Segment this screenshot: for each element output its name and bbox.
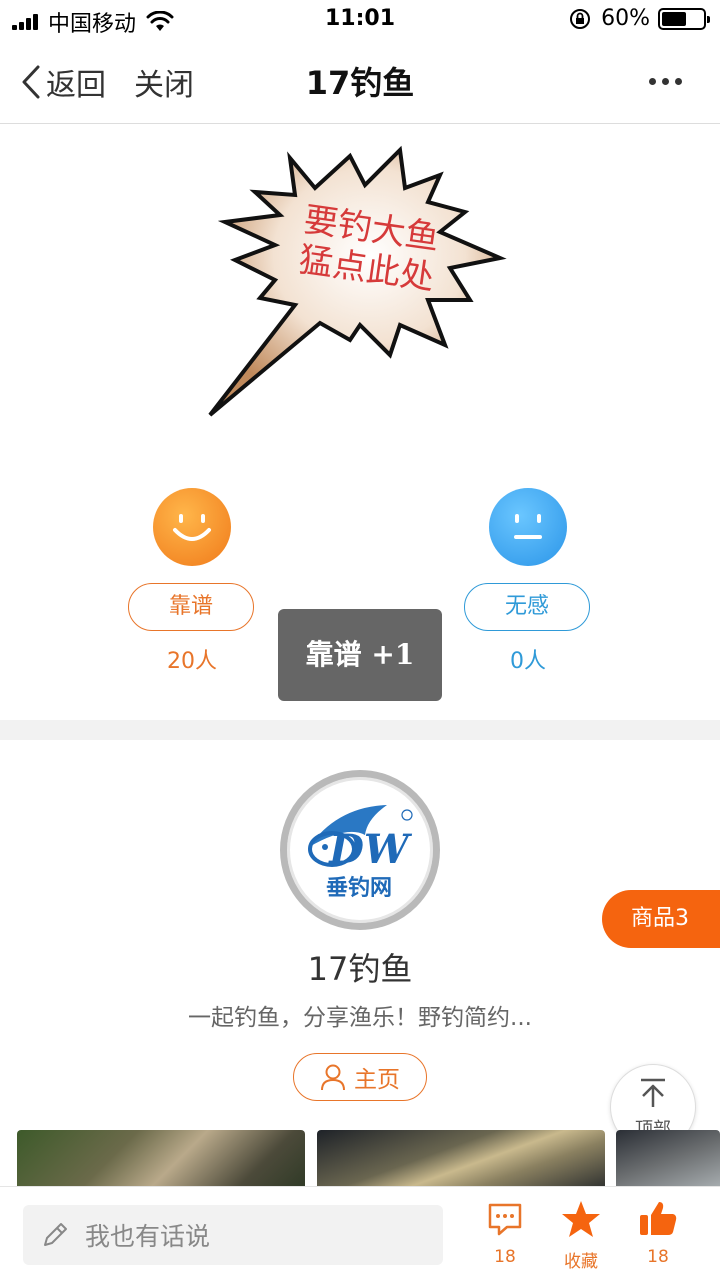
speech-burst-graphic: 要钓大鱼 猛点此处	[208, 145, 507, 417]
logo-text: 垂钓网	[326, 875, 392, 901]
vote-meh: 无感 0人	[464, 488, 592, 675]
pencil-icon	[44, 1223, 67, 1246]
product-image-3[interactable]	[616, 1130, 720, 1190]
like-action[interactable]: 18	[623, 1199, 693, 1267]
home-button[interactable]: 主页	[293, 1053, 427, 1101]
vote-good-button[interactable]: 靠谱	[128, 583, 254, 631]
thumbs-up-icon	[640, 1202, 677, 1235]
rotation-lock-icon	[570, 8, 591, 29]
product-image-1[interactable]	[17, 1130, 305, 1190]
shop-description: 一起钓鱼，分享渔乐！野钓简约...	[188, 1005, 532, 1031]
page-title: 17钓鱼	[305, 64, 415, 102]
battery-icon	[658, 7, 710, 30]
logo-letters: DW	[328, 826, 413, 873]
back-button[interactable]: 返回	[20, 60, 106, 104]
comment-icon	[488, 1203, 522, 1236]
vote-meh-button[interactable]: 无感	[464, 583, 590, 631]
promo-banner[interactable]: 要钓大鱼 猛点此处	[200, 140, 530, 430]
comment-placeholder: 我也有话说	[85, 1222, 211, 1251]
favorite-action[interactable]: 收藏	[546, 1199, 616, 1272]
goods-button[interactable]: 商品3	[602, 890, 720, 948]
vote-good: 靠谱 20人	[128, 488, 256, 675]
bottom-bar: 我也有话说 18 收藏 18	[0, 1186, 720, 1280]
chevron-left-icon	[22, 65, 40, 99]
comments-count: 18	[494, 1247, 516, 1267]
star-icon	[562, 1201, 600, 1237]
comments-action[interactable]: 18	[470, 1199, 540, 1267]
arrow-up-icon	[641, 1078, 665, 1107]
nav-bar: 返回 关闭 17钓鱼	[0, 40, 720, 124]
more-options-icon[interactable]	[643, 78, 682, 85]
shop-name: 17钓鱼	[307, 950, 413, 988]
battery-percent: 60%	[601, 6, 650, 31]
page: 中国移动 11:01 60% 返回 关闭 17钓鱼 要钓大鱼 猛点此处 靠谱 2…	[0, 0, 720, 1280]
vote-meh-count: 0人	[510, 649, 546, 674]
status-right: 60%	[569, 6, 710, 31]
likes-count: 18	[647, 1247, 669, 1267]
comment-input[interactable]: 我也有话说	[23, 1205, 443, 1265]
favorite-label: 收藏	[564, 1252, 598, 1272]
user-icon	[321, 1064, 345, 1091]
section-divider	[0, 720, 720, 740]
home-label: 主页	[354, 1067, 400, 1093]
neutral-face-icon[interactable]	[489, 488, 567, 566]
close-button[interactable]: 关闭	[134, 60, 194, 104]
shop-logo[interactable]: DW 垂钓网	[280, 770, 440, 930]
status-bar: 中国移动 11:01 60%	[0, 0, 720, 40]
vote-good-count: 20人	[167, 649, 217, 674]
smile-face-icon[interactable]	[153, 488, 231, 566]
back-label: 返回	[46, 68, 106, 103]
toast-message: 靠谱 +1	[278, 609, 442, 701]
product-image-2[interactable]	[317, 1130, 605, 1190]
